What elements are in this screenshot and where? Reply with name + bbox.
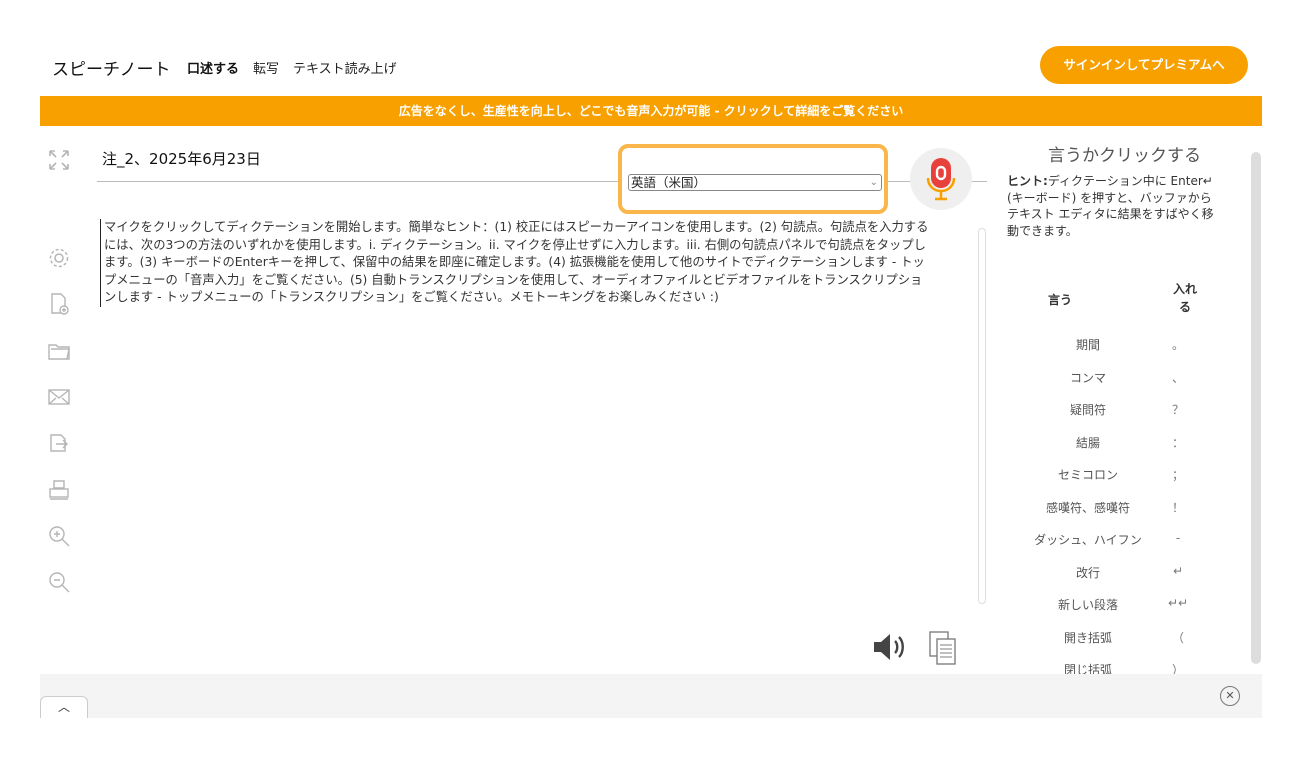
bottom-bar: ︿ ✕ xyxy=(40,674,1262,718)
language-select[interactable]: 英語（米国） ⌄ xyxy=(628,174,882,191)
hint-text: ヒント:ディクテーション中に Enter↵ (キーボード) を押すと、バッファか… xyxy=(1007,173,1222,239)
column-say: 言う xyxy=(1048,293,1073,307)
punctuation-name: 新しい段落 xyxy=(1057,598,1118,612)
punctuation-row[interactable]: ダッシュ、ハイフン - xyxy=(1018,531,1218,564)
header: スピーチノート 口述する 転写 テキスト読み上げ サインインしてプレミアムへ xyxy=(40,38,1262,96)
zoom-out-icon[interactable] xyxy=(47,570,71,594)
folder-icon[interactable] xyxy=(47,339,71,363)
microphone-icon xyxy=(926,158,956,201)
email-icon[interactable] xyxy=(47,385,71,409)
column-insert: 入れる xyxy=(1173,282,1198,314)
punctuation-symbol: 。 xyxy=(1171,338,1184,352)
punctuation-row[interactable]: コンマ 、 xyxy=(1018,369,1218,402)
editor-scrollbar[interactable] xyxy=(978,228,986,604)
punctuation-row[interactable]: 感嘆符、感嘆符 ！ xyxy=(1018,499,1218,532)
print-icon[interactable] xyxy=(47,478,71,502)
punctuation-symbol: ？ xyxy=(1171,403,1184,417)
brand-title[interactable]: スピーチノート xyxy=(52,55,171,80)
punctuation-name: セミコロン xyxy=(1057,468,1118,482)
punctuation-symbol: ↵ xyxy=(1172,563,1184,578)
punctuation-name: 疑問符 xyxy=(1069,403,1106,417)
chevron-up-icon[interactable]: ︿ xyxy=(40,696,88,718)
note-editor[interactable]: マイクをクリックしてディクテーションを開始します。簡単なヒント：(1) 校正には… xyxy=(100,219,930,307)
punctuation-name: 改行 xyxy=(1075,565,1100,580)
punctuation-name: 結腸 xyxy=(1075,435,1100,450)
punctuation-symbol: 、 xyxy=(1171,370,1184,385)
punctuation-panel-title: 言うかクリックする xyxy=(1048,146,1201,166)
mic-button[interactable] xyxy=(910,148,972,210)
close-circle-icon[interactable]: ✕ xyxy=(1220,686,1240,706)
punctuation-row[interactable]: 開き括弧 （ xyxy=(1018,629,1218,662)
punctuation-row[interactable]: 期間 。 xyxy=(1018,336,1218,369)
promo-banner[interactable]: 広告をなくし、生産性を向上し、どこでも音声入力が可能 - クリックして詳細をご覧… xyxy=(40,96,1262,126)
copy-icon[interactable] xyxy=(928,630,958,666)
top-nav: 口述する 転写 テキスト読み上げ xyxy=(187,58,397,77)
hint-label: ヒント: xyxy=(1007,174,1048,188)
nav-text-to-speech[interactable]: テキスト読み上げ xyxy=(293,58,397,77)
nav-dictate[interactable]: 口述する xyxy=(187,58,239,77)
signin-premium-button[interactable]: サインインしてプレミアムへ xyxy=(1040,46,1248,84)
language-value: 英語（米国） xyxy=(631,175,707,190)
punctuation-name: 開き括弧 xyxy=(1063,630,1112,645)
punctuation-row[interactable]: 結腸 ： xyxy=(1018,434,1218,467)
nav-transcribe[interactable]: 転写 xyxy=(253,58,279,77)
punctuation-row[interactable]: セミコロン ； xyxy=(1018,466,1218,499)
punctuation-symbol: ↵↵ xyxy=(1167,596,1189,610)
punctuation-symbol: ； xyxy=(1171,468,1184,482)
new-note-icon[interactable] xyxy=(47,292,71,316)
punctuation-name: 感嘆符、感嘆符 xyxy=(1045,500,1130,515)
panel-scrollbar[interactable] xyxy=(1251,152,1261,664)
punctuation-symbol: ： xyxy=(1171,435,1184,450)
export-icon[interactable] xyxy=(47,431,71,455)
expand-icon[interactable] xyxy=(47,148,71,172)
punctuation-symbol: ！ xyxy=(1171,500,1184,515)
punctuation-row[interactable]: 改行 ↵ xyxy=(1018,564,1218,597)
zoom-in-icon[interactable] xyxy=(47,524,71,548)
app: スピーチノート 口述する 転写 テキスト読み上げ サインインしてプレミアムへ 広… xyxy=(40,38,1262,718)
language-highlight: 英語（米国） ⌄ xyxy=(618,144,888,214)
punctuation-symbol: （ xyxy=(1171,630,1184,645)
speaker-icon[interactable] xyxy=(872,632,912,662)
gear-icon[interactable] xyxy=(47,246,71,270)
punctuation-name: 期間 xyxy=(1075,338,1100,352)
punctuation-name: コンマ xyxy=(1069,370,1106,385)
punctuation-row[interactable]: 新しい段落 ↵↵ xyxy=(1018,596,1218,629)
note-title[interactable]: 注_2、2025年6月23日 xyxy=(102,148,261,169)
punctuation-row[interactable]: 疑問符 ？ xyxy=(1018,401,1218,434)
chevron-down-icon: ⌄ xyxy=(869,177,878,188)
punctuation-name: ダッシュ、ハイフン xyxy=(1034,533,1142,547)
punctuation-symbol: - xyxy=(1175,531,1181,545)
